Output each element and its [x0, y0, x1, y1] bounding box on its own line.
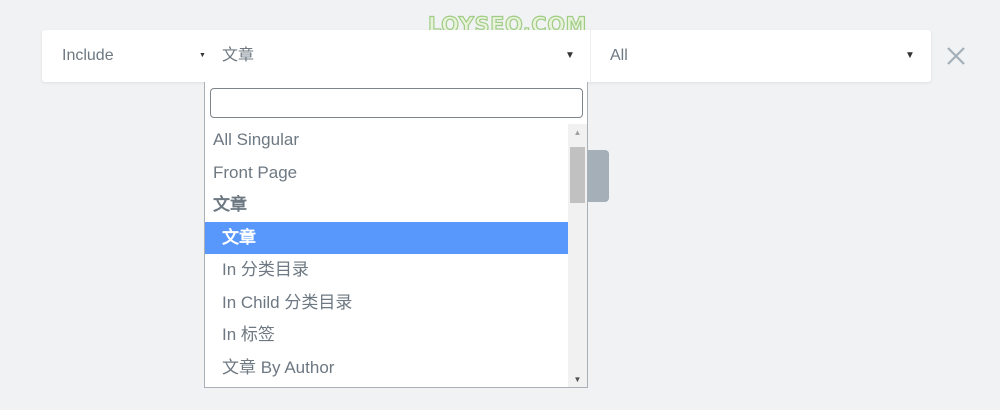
condition-subid-select[interactable]: All ▼: [610, 30, 915, 82]
options-list: All Singular Front Page 文章 文章 In 分类目录 In Chil…: [205, 124, 568, 384]
caret-down-icon: ▼: [199, 52, 206, 59]
dropdown-option[interactable]: In 标签: [205, 319, 568, 352]
dropdown-option[interactable]: 文章 By Author: [205, 352, 568, 385]
scroll-down-arrow-icon[interactable]: ▼: [568, 371, 587, 387]
caret-down-icon: ▼: [905, 50, 915, 61]
close-icon: [947, 47, 965, 65]
dropdown-option[interactable]: Front Page: [205, 157, 568, 190]
select-dropdown: All Singular Front Page 文章 文章 In 分类目录 In Chil…: [204, 82, 588, 388]
condition-subid-value: All: [610, 47, 628, 64]
dropdown-option[interactable]: In 分类目录: [205, 254, 568, 287]
background-button-edge: [588, 150, 609, 202]
option-group-label: 文章: [213, 195, 247, 214]
condition-type-select[interactable]: Include ▼: [62, 30, 212, 82]
dropdown-scrollbar[interactable]: ▲ ▼: [568, 124, 587, 387]
dropdown-option[interactable]: 文章: [205, 221, 568, 254]
condition-subname-select[interactable]: 文章 ▼: [222, 30, 582, 82]
remove-condition-button[interactable]: [945, 42, 967, 70]
divider: [590, 30, 591, 82]
dropdown-option[interactable]: In Child 分类目录: [205, 287, 568, 320]
display-condition-row: Include ▼ 文章 ▼ All ▼: [42, 30, 931, 82]
caret-down-icon: ▼: [565, 50, 575, 61]
condition-type-value: Include: [62, 47, 114, 64]
dropdown-option[interactable]: All Singular: [205, 124, 568, 157]
scrollbar-thumb[interactable]: [570, 147, 585, 203]
condition-subname-value: 文章: [222, 47, 255, 64]
dropdown-search-input[interactable]: [210, 88, 583, 118]
scroll-up-arrow-icon[interactable]: ▲: [568, 124, 587, 141]
